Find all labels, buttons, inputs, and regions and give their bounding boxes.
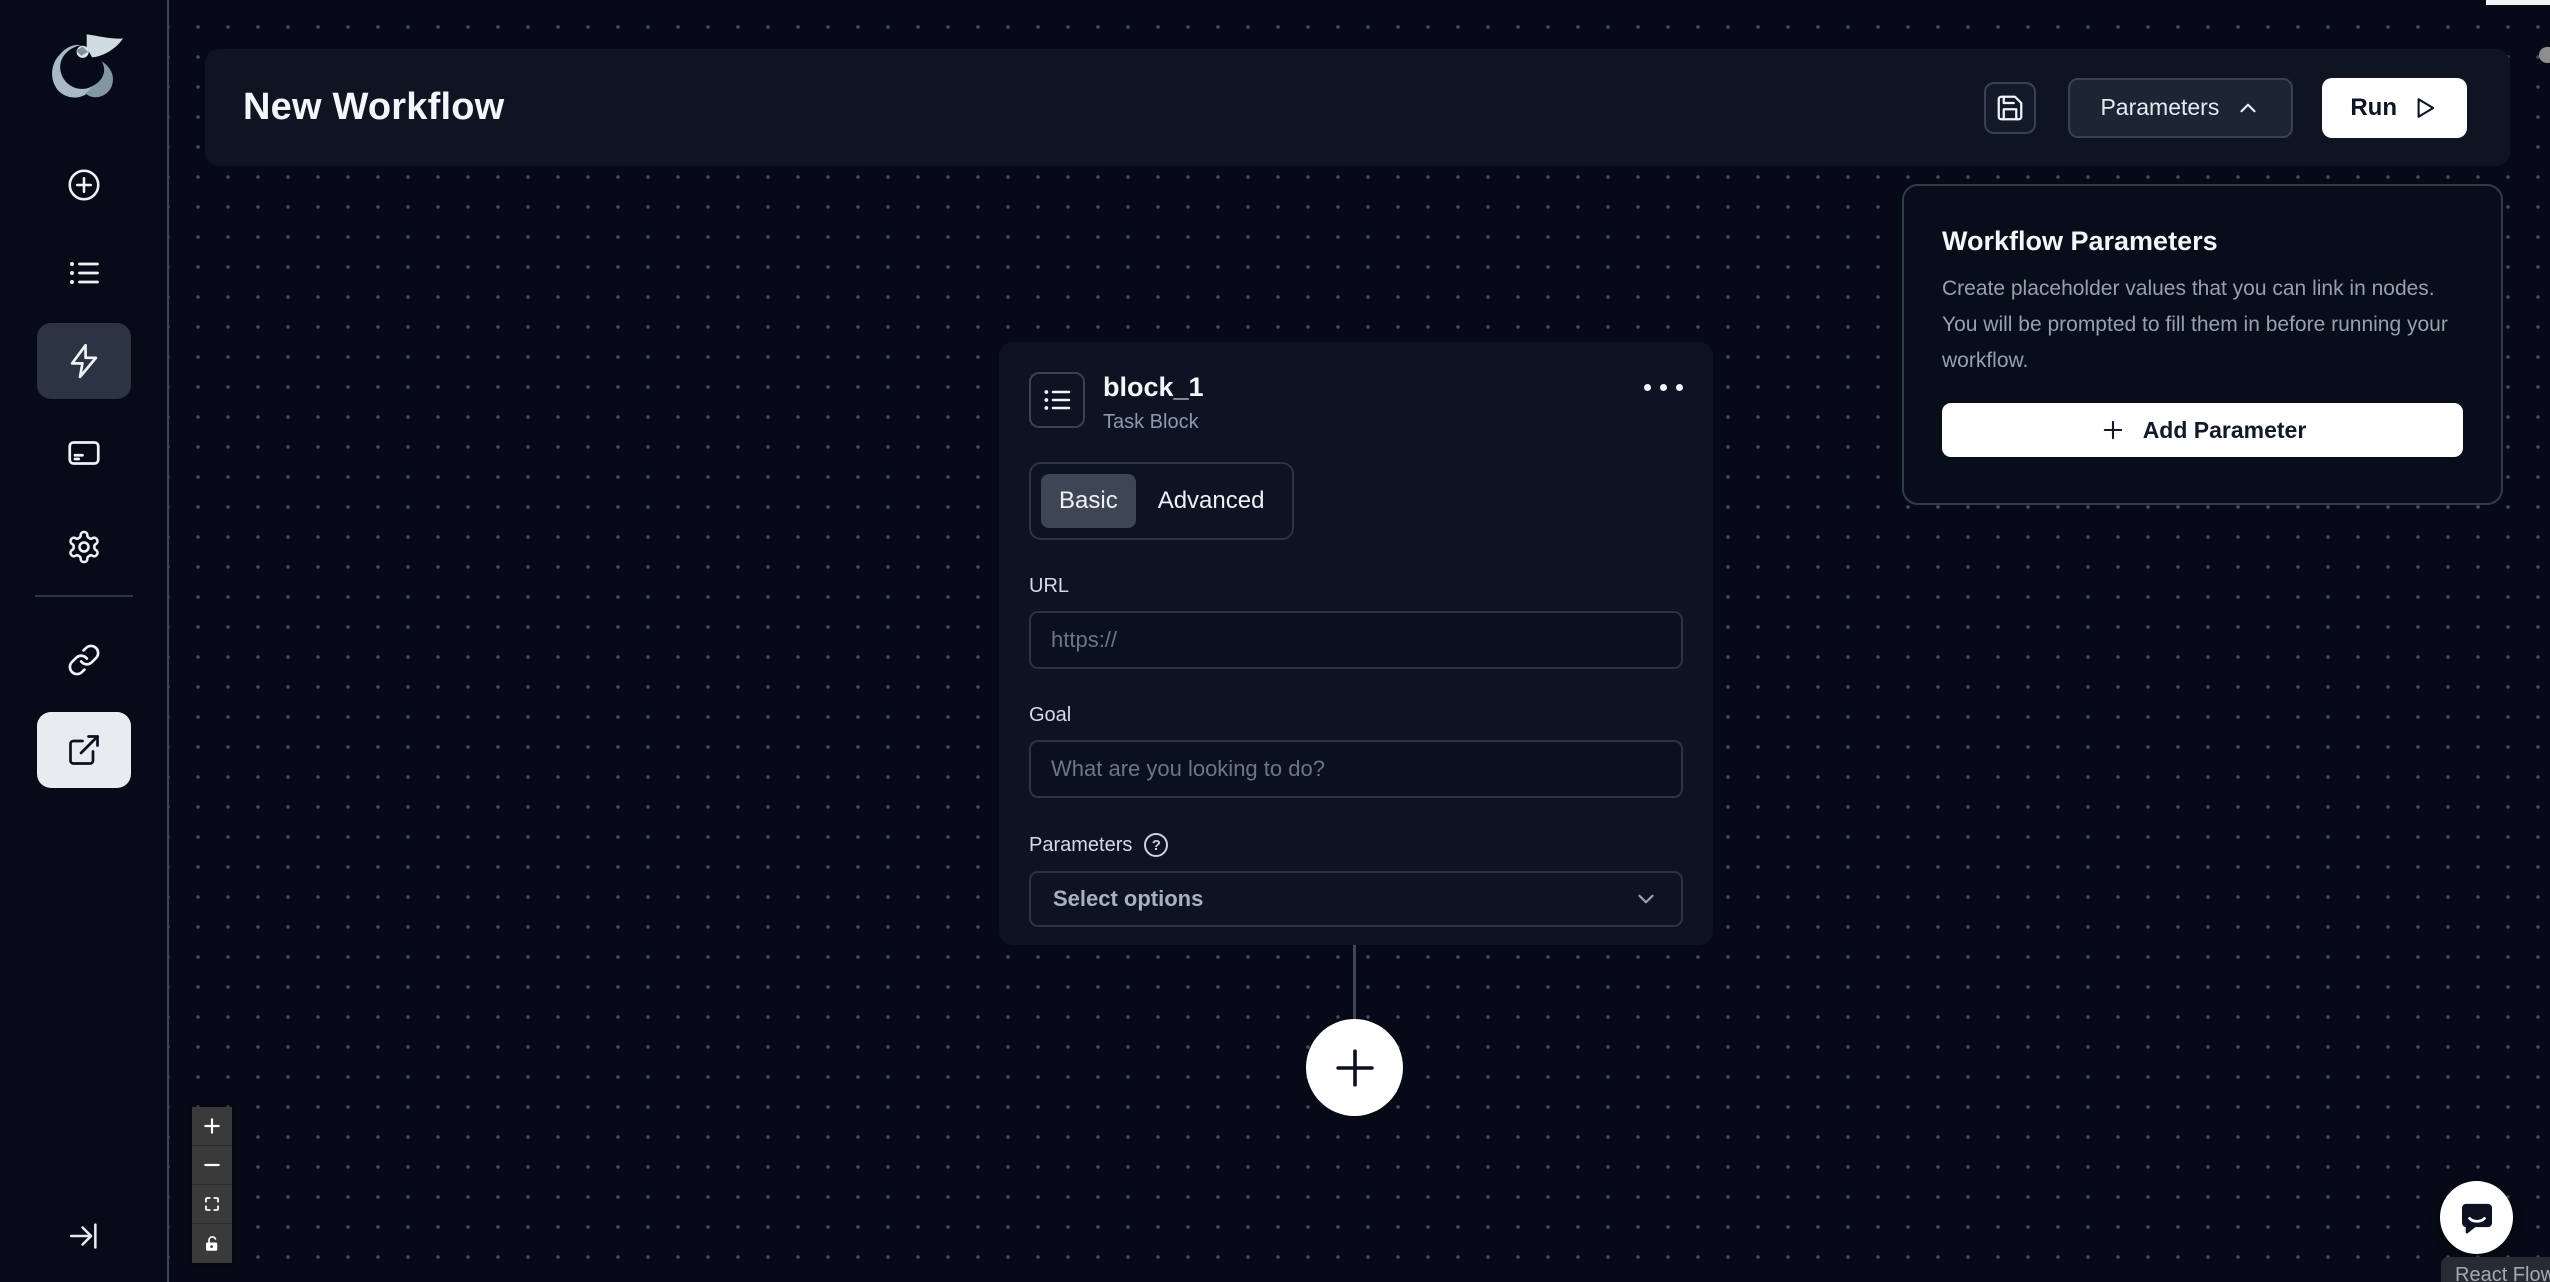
add-parameter-button[interactable]: Add Parameter	[1942, 403, 2463, 457]
circle-plus-icon	[66, 167, 102, 203]
fit-view-icon	[203, 1195, 221, 1213]
tab-advanced[interactable]: Advanced	[1140, 474, 1283, 528]
plus-icon	[1328, 1041, 1382, 1095]
parameters-button-label: Parameters	[2100, 94, 2220, 120]
lightning-icon	[65, 342, 103, 380]
help-icon[interactable]: ?	[1144, 833, 1169, 857]
goal-input[interactable]	[1029, 740, 1683, 798]
credit-card-icon	[66, 435, 102, 471]
minus-icon	[202, 1155, 222, 1175]
lock-icon	[203, 1235, 221, 1253]
url-field-group: URL	[1029, 575, 1683, 669]
link-icon	[67, 643, 101, 677]
save-button[interactable]	[1984, 81, 2037, 134]
plus-icon	[2099, 416, 2127, 444]
sidebar-divider	[34, 595, 133, 597]
plus-icon	[202, 1116, 222, 1136]
run-button-label: Run	[2350, 93, 2397, 121]
header-bar: New Workflow Parameters Run	[205, 49, 2510, 166]
tab-basic[interactable]: Basic	[1041, 474, 1136, 528]
window-edge-sliver	[2486, 0, 2550, 5]
url-label: URL	[1029, 575, 1070, 597]
sidebar-item-settings[interactable]	[52, 515, 116, 579]
chevron-down-icon	[1633, 886, 1659, 912]
scrollbar-thumb[interactable]	[2539, 47, 2550, 63]
canvas-controls	[192, 1107, 232, 1263]
node-menu-button[interactable]	[1644, 372, 1683, 391]
goal-field-group: Goal	[1029, 704, 1683, 798]
add-block-button[interactable]	[1306, 1019, 1403, 1116]
external-link-icon	[66, 732, 102, 768]
chat-widget-button[interactable]	[2440, 1181, 2513, 1254]
parameters-select[interactable]: Select options	[1029, 871, 1683, 927]
fit-view-button[interactable]	[192, 1185, 232, 1224]
workflow-parameters-panel: Workflow Parameters Create placeholder v…	[1902, 184, 2503, 505]
list-icon	[66, 255, 102, 291]
task-block-node[interactable]: block_1 Task Block Basic Advanced URL Go…	[999, 342, 1713, 945]
sidebar	[0, 0, 169, 1282]
edge-connector	[1353, 945, 1356, 1021]
parameters-field-group: Parameters ? Select options	[1029, 833, 1683, 927]
run-button[interactable]: Run	[2322, 77, 2467, 138]
goal-label: Goal	[1029, 704, 1072, 726]
react-flow-attribution[interactable]: React Flow	[2441, 1257, 2550, 1282]
add-parameter-label: Add Parameter	[2142, 416, 2307, 443]
url-input[interactable]	[1029, 611, 1683, 669]
chevron-up-icon	[2235, 95, 2261, 121]
app-window: New Workflow Parameters Run block_1 Task…	[0, 0, 2550, 1282]
save-icon	[1995, 93, 2025, 123]
parameters-select-value: Select options	[1053, 886, 1204, 911]
zoom-in-button[interactable]	[192, 1107, 232, 1146]
task-block-icon-box	[1029, 372, 1085, 428]
lock-button[interactable]	[192, 1224, 232, 1263]
sidebar-item-workflows[interactable]	[36, 323, 131, 399]
sidebar-item-external[interactable]	[36, 712, 131, 788]
gear-icon	[66, 529, 102, 565]
page-title: New Workflow	[243, 86, 505, 128]
arrow-to-bar-icon	[67, 1219, 101, 1253]
parameters-label: Parameters ?	[1029, 833, 1683, 857]
node-title: block_1	[1103, 372, 1204, 402]
parameters-toggle-button[interactable]: Parameters	[2068, 77, 2294, 138]
sidebar-collapse-button[interactable]	[54, 1212, 114, 1260]
panel-title: Workflow Parameters	[1942, 226, 2218, 256]
zoom-out-button[interactable]	[192, 1146, 232, 1185]
sidebar-item-tasks-list[interactable]	[52, 241, 116, 305]
panel-description: Create placeholder values that you can l…	[1942, 277, 2448, 372]
node-mode-tabs: Basic Advanced	[1029, 462, 1295, 540]
play-icon	[2411, 94, 2439, 122]
sidebar-item-integrations[interactable]	[52, 628, 116, 692]
node-header: block_1 Task Block	[1029, 372, 1683, 434]
sidebar-item-create[interactable]	[52, 153, 116, 217]
node-subtitle: Task Block	[1103, 411, 1199, 433]
sidebar-item-billing[interactable]	[52, 421, 116, 485]
dragon-logo[interactable]	[34, 22, 134, 122]
list-icon	[1041, 384, 1073, 416]
chat-bubble-icon	[2457, 1198, 2497, 1238]
node-titles: block_1 Task Block	[1103, 372, 1204, 434]
ellipsis-icon	[1644, 384, 1683, 391]
